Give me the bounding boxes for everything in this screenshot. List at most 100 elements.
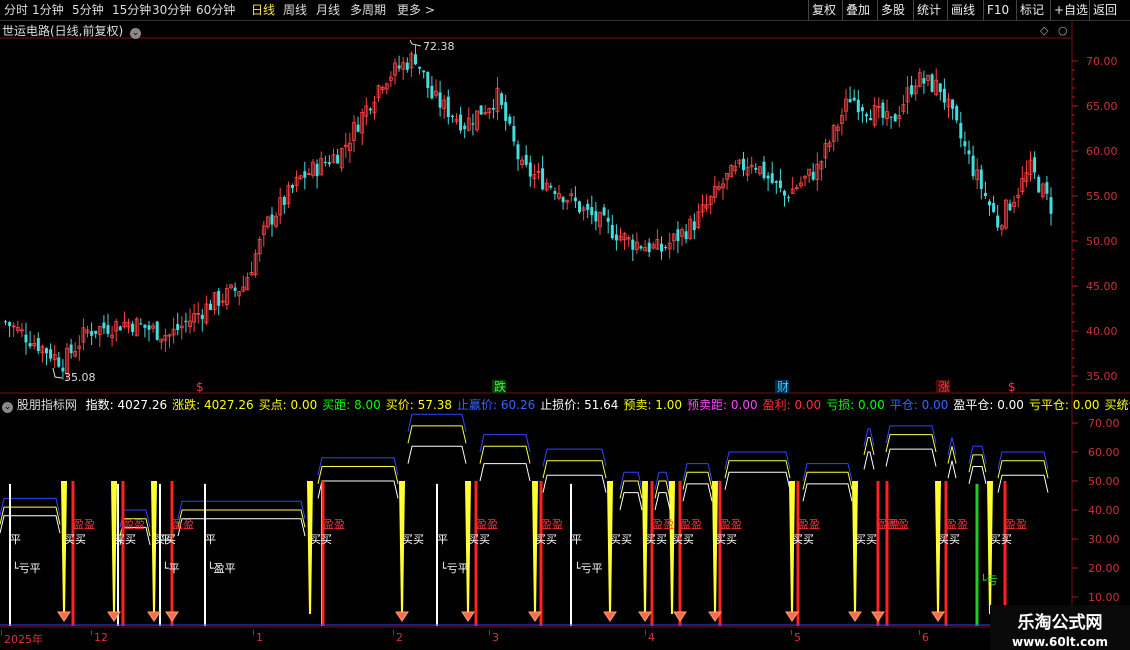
candle-down bbox=[528, 162, 532, 177]
price-tick-label: 40.00 bbox=[1086, 325, 1118, 338]
watermark-title: 乐淘公式网 bbox=[1017, 613, 1103, 633]
candle-down bbox=[209, 303, 212, 310]
event-marker-4: $ bbox=[1008, 380, 1016, 394]
toolbar-button-4[interactable]: 画线 bbox=[947, 0, 978, 20]
candle-down bbox=[397, 65, 401, 69]
candle-down bbox=[893, 114, 897, 122]
toolbar-button-3[interactable]: 统计 bbox=[913, 0, 944, 20]
candle-down bbox=[450, 115, 454, 117]
buy-label: 买买 bbox=[792, 533, 814, 546]
buy-label: 买买 bbox=[64, 533, 86, 546]
candle-down bbox=[959, 122, 963, 139]
candle-down bbox=[69, 344, 73, 354]
buy-label: 买买 bbox=[310, 533, 332, 546]
price-tick-label: 50.00 bbox=[1086, 235, 1118, 248]
candle-down bbox=[270, 214, 274, 225]
indicator-field-3: 买距: 8.00 bbox=[322, 398, 381, 412]
candle-down bbox=[951, 99, 955, 109]
period-tab-3[interactable]: 15分钟 bbox=[112, 2, 151, 18]
candle-down bbox=[422, 70, 426, 73]
win-label: 盈盈 bbox=[323, 518, 345, 531]
candle-down bbox=[692, 221, 696, 231]
candle-down bbox=[766, 175, 770, 179]
price-tick-label: 45.00 bbox=[1086, 280, 1118, 293]
candle-down bbox=[356, 124, 360, 132]
candle-down bbox=[586, 203, 590, 210]
indicator-title: ⌄ 股朋指标网 指数: 4027.26 涨跌: 4027.26 买点: 0.00 买距… bbox=[2, 396, 1130, 413]
candle-down bbox=[602, 207, 606, 216]
candle-down bbox=[910, 85, 914, 95]
candle-down bbox=[938, 83, 942, 93]
candle-down bbox=[553, 191, 557, 194]
date-label-0: 2025年 bbox=[4, 633, 43, 646]
ind-tick-label: 30.00 bbox=[1088, 533, 1120, 546]
candle-down bbox=[4, 321, 7, 323]
candle-down bbox=[500, 93, 504, 105]
candle-down bbox=[36, 338, 40, 352]
candle-down bbox=[578, 201, 581, 213]
period-tab-6[interactable]: 日线 bbox=[251, 2, 275, 18]
candle-down bbox=[967, 150, 971, 155]
candle-down bbox=[512, 125, 516, 142]
candle-down bbox=[955, 106, 959, 121]
period-tab-7[interactable]: 周线 bbox=[283, 2, 307, 18]
buy-label: 买买 bbox=[535, 533, 557, 546]
candle-down bbox=[996, 215, 1000, 228]
win-label: 盈盈 bbox=[1005, 518, 1027, 531]
toolbar-button-2[interactable]: 多股 bbox=[877, 0, 908, 20]
stock-title: 世运电路(日线,前复权) ⌄ bbox=[2, 22, 142, 39]
toolbar-button-8[interactable]: 返回 bbox=[1089, 0, 1120, 20]
candle-down bbox=[1008, 203, 1012, 211]
toolbar-button-1[interactable]: 叠加 bbox=[842, 0, 873, 20]
indicator-field-12: 盈平仓: 0.00 bbox=[953, 398, 1024, 412]
price-tick-label: 70.00 bbox=[1086, 55, 1118, 68]
ind-tick-label: 70.00 bbox=[1088, 417, 1120, 430]
period-tab-9[interactable]: 多周期 bbox=[350, 2, 386, 18]
toolbar-button-5[interactable]: F10 bbox=[983, 0, 1012, 20]
flat-label: 平 bbox=[437, 533, 448, 546]
diamond-icon[interactable]: ◇ bbox=[1040, 24, 1048, 37]
candle-down bbox=[336, 154, 340, 164]
indicator-field-2: 买点: 0.00 bbox=[258, 398, 318, 412]
candle-down bbox=[770, 173, 774, 183]
period-tab-1[interactable]: 1分钟 bbox=[32, 2, 64, 18]
buy-label: 买买 bbox=[610, 533, 632, 546]
price-tick-label: 60.00 bbox=[1086, 145, 1118, 158]
indicator-field-0: 指数: 4027.26 bbox=[85, 398, 168, 412]
chevron-down-icon[interactable]: ⌄ bbox=[2, 402, 13, 413]
watermark: 乐淘公式网 www.60lt.com bbox=[990, 605, 1130, 650]
candle-down bbox=[979, 169, 983, 189]
price-tick-label: 35.00 bbox=[1086, 370, 1118, 383]
period-tab-5[interactable]: 60分钟 bbox=[196, 2, 235, 18]
win-label: 盈盈 bbox=[946, 518, 968, 531]
toolbar-button-6[interactable]: 标记 bbox=[1016, 0, 1047, 20]
candle-down bbox=[610, 224, 614, 239]
period-tab-4[interactable]: 30分钟 bbox=[152, 2, 191, 18]
win-label: 盈盈 bbox=[476, 518, 498, 531]
candle-down bbox=[639, 246, 643, 249]
period-tab-0[interactable]: 分时 bbox=[4, 2, 28, 18]
candle-down bbox=[631, 239, 635, 250]
candle-down bbox=[594, 211, 598, 222]
period-tab-2[interactable]: 5分钟 bbox=[72, 2, 104, 18]
buy-label: 买买 bbox=[402, 533, 424, 546]
toolbar-button-0[interactable]: 复权 bbox=[808, 0, 839, 20]
indicator-field-4: 买价: 57.38 bbox=[385, 398, 453, 412]
event-marker-2: 财 bbox=[777, 380, 789, 394]
chevron-down-icon[interactable]: ⌄ bbox=[130, 28, 142, 39]
toolbar-button-7[interactable]: +自选 bbox=[1050, 0, 1091, 20]
win-label: 盈盈 bbox=[798, 518, 820, 531]
period-tab-8[interactable]: 月线 bbox=[316, 2, 340, 18]
candle-down bbox=[426, 71, 430, 89]
ind-tick-label: 50.00 bbox=[1088, 475, 1120, 488]
ind-tick-label: 60.00 bbox=[1088, 446, 1120, 459]
date-axis: 2025年 12 1 2 3 4 5 6 bbox=[0, 630, 1130, 650]
candle-down bbox=[811, 171, 815, 180]
period-tab-10[interactable]: 更多 > bbox=[397, 2, 435, 18]
candlestick-chart[interactable]: 70.00 65.00 60.00 55.00 50.00 45.00 40.00 35.00… bbox=[0, 21, 1130, 394]
circle-icon[interactable]: ○ bbox=[1058, 24, 1068, 37]
win-label: 盈盈 bbox=[73, 518, 95, 531]
candle-down bbox=[664, 247, 668, 249]
indicator-chart[interactable]: 70.0060.0050.0040.0030.0020.0010.000.00买… bbox=[0, 394, 1130, 628]
candle-down bbox=[541, 168, 545, 190]
